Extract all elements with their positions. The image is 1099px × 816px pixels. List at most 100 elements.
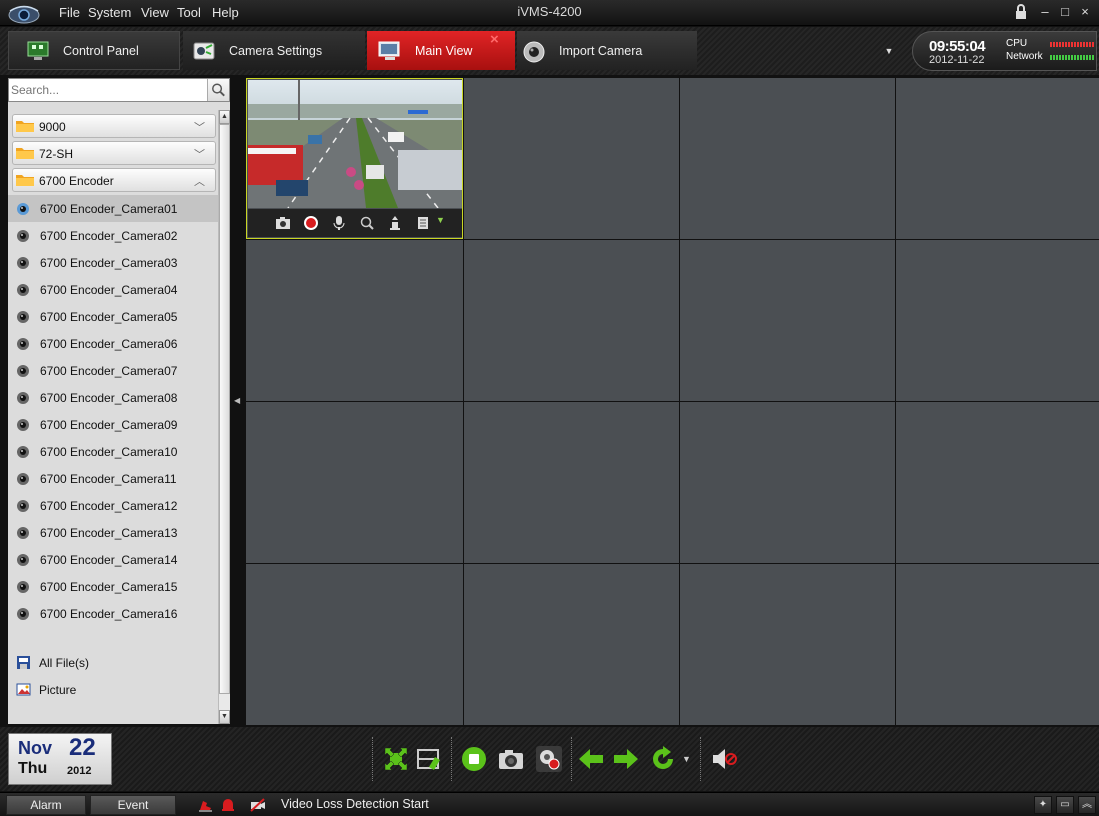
camera-item[interactable]: 6700 Encoder_Camera14	[8, 546, 218, 573]
scroll-down-icon[interactable]: ▼	[219, 710, 230, 724]
camera-item[interactable]: 6700 Encoder_Camera06	[8, 330, 218, 357]
video-cell-16[interactable]	[896, 564, 1099, 725]
group-6700-encoder[interactable]: 6700 Encoder ︿	[12, 168, 216, 192]
previous-page-icon[interactable]	[577, 745, 605, 773]
picture-item[interactable]: Picture	[8, 676, 218, 703]
camera-online-icon	[17, 203, 29, 215]
fullscreen-icon[interactable]	[382, 745, 410, 773]
video-cell-7[interactable]	[680, 240, 895, 401]
camera-item-label: 6700 Encoder_Camera07	[40, 364, 178, 378]
video-cell-13[interactable]	[246, 564, 463, 725]
stop-all-icon[interactable]	[460, 745, 488, 773]
camera-item-label: 6700 Encoder_Camera02	[40, 229, 178, 243]
audio-icon[interactable]	[331, 215, 347, 231]
record-icon[interactable]	[303, 215, 319, 231]
video-cell-12[interactable]	[896, 402, 1099, 563]
camera-item[interactable]: 6700 Encoder_Camera04	[8, 276, 218, 303]
menu-system[interactable]: System	[88, 5, 131, 20]
video-cell-3[interactable]	[680, 78, 895, 239]
scroll-up-icon[interactable]: ▲	[219, 110, 230, 124]
menu-tool[interactable]: Tool	[177, 5, 201, 20]
search-input[interactable]	[11, 81, 207, 99]
group-72-sh[interactable]: 72-SH ﹀	[12, 141, 216, 165]
stream-menu-icon[interactable]	[415, 215, 431, 231]
video-cell-5[interactable]	[246, 240, 463, 401]
camera-icon	[17, 608, 29, 620]
video-cell-4[interactable]	[896, 78, 1099, 239]
video-cell-10[interactable]	[464, 402, 679, 563]
toolbar-separator	[451, 737, 452, 781]
camera-item[interactable]: 6700 Encoder_Camera07	[8, 357, 218, 384]
resource-tree-panel: 9000 ﹀ 72-SH ﹀ 6700 Encoder ︿ 6700 Encod…	[8, 78, 230, 724]
maximize-button[interactable]: □	[1056, 3, 1074, 21]
video-cell-14[interactable]	[464, 564, 679, 725]
tab-event[interactable]: Event	[90, 795, 176, 815]
restore-panel-icon[interactable]: ▭	[1056, 796, 1074, 814]
video-cell-11[interactable]	[680, 402, 895, 563]
video-cell-2[interactable]	[464, 78, 679, 239]
camera-item[interactable]: 6700 Encoder_Camera02	[8, 222, 218, 249]
scroll-thumb[interactable]	[219, 124, 230, 694]
stream-dropdown-icon[interactable]: ▼	[436, 215, 445, 225]
tab-import-camera[interactable]: Import Camera	[517, 31, 697, 70]
tab-control-panel[interactable]: Control Panel	[8, 31, 180, 70]
camera-item[interactable]: 6700 Encoder_Camera05	[8, 303, 218, 330]
next-page-icon[interactable]	[612, 745, 640, 773]
alarm-alert-icon[interactable]	[198, 797, 214, 813]
camera-item[interactable]: 6700 Encoder_Camera11	[8, 465, 218, 492]
video-cell-9[interactable]	[246, 402, 463, 563]
camera-item-label: 6700 Encoder_Camera01	[40, 202, 178, 216]
camera-tree: 9000 ﹀ 72-SH ﹀ 6700 Encoder ︿ 6700 Encod…	[8, 110, 218, 724]
alarm-bell-icon[interactable]	[220, 797, 236, 813]
menu-view[interactable]: View	[141, 5, 169, 20]
group-9000[interactable]: 9000 ﹀	[12, 114, 216, 138]
digital-zoom-icon[interactable]	[359, 215, 375, 231]
camera-item[interactable]: 6700 Encoder_Camera09	[8, 411, 218, 438]
tree-scrollbar[interactable]: ▲ ▼	[218, 110, 230, 724]
video-grid: ▼	[246, 78, 1099, 726]
network-label: Network	[1006, 51, 1043, 62]
toolbar-separator	[700, 737, 701, 781]
collapse-panel-icon[interactable]: ◀	[234, 396, 242, 410]
tab-close-icon[interactable]: ×	[490, 31, 499, 48]
group-label: 6700 Encoder	[39, 174, 114, 188]
record-icon[interactable]	[535, 745, 563, 773]
capture-icon[interactable]	[497, 745, 525, 773]
camera-item[interactable]: 6700 Encoder_Camera15	[8, 573, 218, 600]
camera-item[interactable]: 6700 Encoder_Camera10	[8, 438, 218, 465]
all-files-item[interactable]: All File(s)	[8, 649, 218, 676]
tab-dropdown-icon[interactable]: ▼	[878, 40, 900, 62]
video-toolbar: ▼	[248, 209, 462, 237]
camera-item[interactable]: 6700 Encoder_Camera01	[8, 195, 218, 222]
video-cell-1[interactable]: ▼	[246, 78, 463, 239]
menu-bar: File System View Tool Help iVMS-4200 – □…	[0, 0, 1099, 26]
mute-icon[interactable]	[710, 745, 738, 773]
lock-icon[interactable]	[1012, 3, 1030, 21]
camera-item[interactable]: 6700 Encoder_Camera08	[8, 384, 218, 411]
camera-item[interactable]: 6700 Encoder_Camera12	[8, 492, 218, 519]
tab-camera-settings[interactable]: Camera Settings	[183, 31, 365, 70]
video-cell-8[interactable]	[896, 240, 1099, 401]
minimize-button[interactable]: –	[1036, 3, 1054, 21]
capture-icon[interactable]	[275, 215, 291, 231]
search-icon[interactable]	[207, 79, 229, 101]
camera-item[interactable]: 6700 Encoder_Camera16	[8, 600, 218, 627]
folder-icon	[16, 121, 34, 132]
camera-settings-icon	[193, 42, 215, 59]
video-cell-15[interactable]	[680, 564, 895, 725]
cycle-dropdown-icon[interactable]: ▼	[682, 754, 691, 764]
menu-file[interactable]: File	[59, 5, 80, 20]
chevron-up-icon: ︿	[194, 176, 205, 188]
close-button[interactable]: ×	[1076, 3, 1094, 21]
video-cell-6[interactable]	[464, 240, 679, 401]
pin-icon[interactable]: ✦	[1034, 796, 1052, 814]
menu-help[interactable]: Help	[212, 5, 239, 20]
camera-item[interactable]: 6700 Encoder_Camera13	[8, 519, 218, 546]
camera-item-label: 6700 Encoder_Camera12	[40, 499, 178, 513]
expand-panel-icon[interactable]: ︽	[1078, 796, 1096, 814]
camera-item[interactable]: 6700 Encoder_Camera03	[8, 249, 218, 276]
window-division-icon[interactable]	[415, 745, 443, 773]
cycle-icon[interactable]	[649, 745, 677, 773]
ptz-icon[interactable]	[387, 215, 403, 231]
tab-alarm[interactable]: Alarm	[6, 795, 86, 815]
